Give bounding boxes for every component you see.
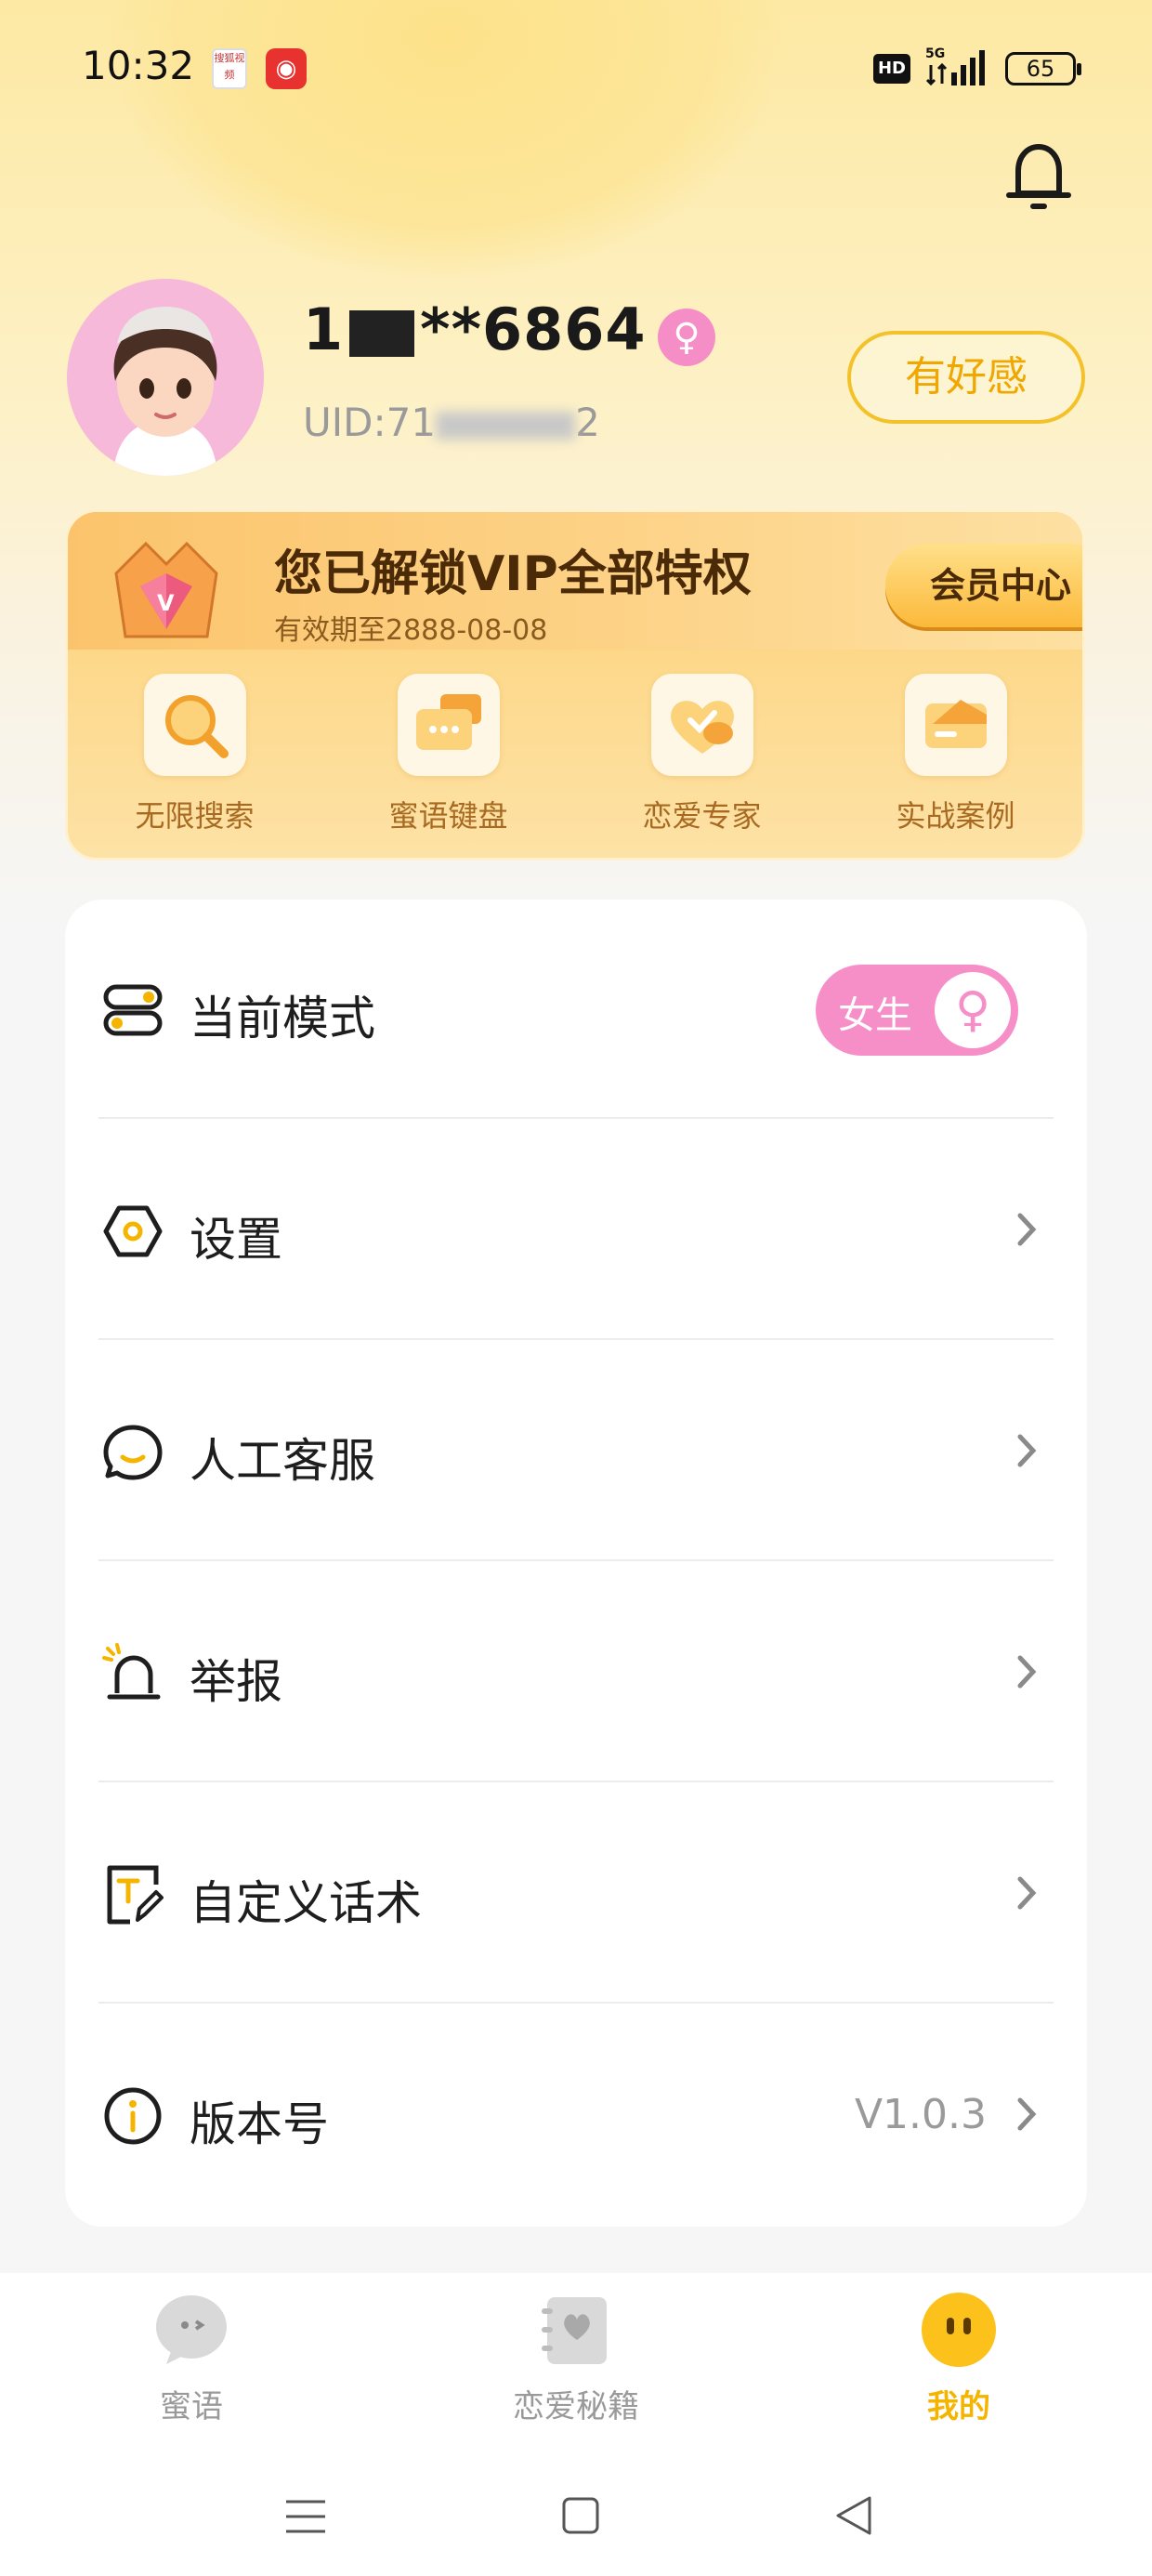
username: 1 **6864	[303, 296, 647, 363]
back-icon[interactable]	[832, 2494, 875, 2537]
row-settings[interactable]: 设置	[98, 1121, 1054, 1340]
chevron-right-icon	[1017, 1876, 1037, 1910]
username-prefix: 1	[303, 296, 345, 363]
row-label: 自定义话术	[190, 1876, 422, 1930]
row-custom-phrases[interactable]: 自定义话术	[98, 1784, 1054, 2004]
version-value: V1.0.3	[854, 2091, 987, 2138]
vip-feature-cases[interactable]: 实战案例	[829, 668, 1082, 854]
system-navigation-bar	[0, 2455, 1152, 2576]
avatar[interactable]	[67, 279, 264, 476]
member-center-button[interactable]: 会员中心	[885, 544, 1082, 627]
info-icon	[104, 2087, 162, 2145]
heart-icon	[650, 674, 753, 776]
chevron-right-icon	[1017, 1213, 1037, 1246]
netease-music-notification-icon: ◉	[266, 48, 307, 89]
card-icon	[904, 674, 1007, 776]
status-time: 10:32	[82, 43, 195, 88]
home-icon[interactable]	[561, 2496, 600, 2535]
chevron-right-icon	[1017, 1434, 1037, 1467]
chat-icon	[103, 1425, 163, 1480]
vip-feature-label: 无限搜索	[135, 798, 255, 834]
hd-indicator: HD	[873, 54, 910, 84]
menu-icon[interactable]	[284, 2498, 327, 2535]
mode-value: 女生	[838, 994, 912, 1037]
avatar-illustration	[113, 307, 217, 476]
uid-prefix: UID:71	[303, 400, 437, 445]
sohu-video-notification-icon: 搜狐视频	[212, 48, 247, 89]
status-bar: 10:32 搜狐视频 ◉ HD 5G 65	[0, 0, 1152, 139]
vip-feature-search[interactable]: 无限搜索	[68, 668, 321, 854]
book-icon	[538, 2292, 614, 2368]
vip-expiry: 有效期至2888-08-08	[274, 614, 548, 647]
likes-button[interactable]: 有好感	[847, 331, 1085, 424]
row-label: 当前模式	[190, 992, 375, 1045]
uid-suffix: 2	[575, 400, 600, 445]
vip-feature-keyboard[interactable]: 蜜语键盘	[321, 668, 575, 854]
keyboard-icon	[397, 674, 500, 776]
svg-text:V: V	[157, 590, 175, 616]
edit-text-icon	[107, 1865, 164, 1925]
search-icon	[143, 674, 246, 776]
nav-tab-miyu[interactable]: 蜜语	[52, 2292, 331, 2450]
nav-label: 恋爱秘籍	[513, 2388, 639, 2425]
smiley-icon	[921, 2292, 997, 2368]
vip-feature-label: 实战案例	[896, 798, 1015, 834]
row-label: 版本号	[190, 2097, 329, 2151]
alarm-icon	[102, 1643, 161, 1700]
svg-text:5G: 5G	[925, 46, 945, 61]
gear-icon	[103, 1205, 163, 1257]
battery-icon: 65	[1005, 52, 1081, 85]
row-label: 设置	[190, 1213, 282, 1267]
row-customer-service[interactable]: 人工客服	[98, 1342, 1054, 1561]
username-suffix: **6864	[420, 296, 647, 363]
settings-card: 当前模式 女生 ♀ 设置 人工客服 举报 自定义话术 版本号 V1.0.3	[65, 900, 1087, 2227]
nav-label: 蜜语	[160, 2388, 223, 2425]
chevron-right-icon	[1017, 1655, 1037, 1689]
signal-icon: 5G	[925, 46, 985, 86]
female-gender-icon: ♀	[658, 309, 715, 366]
gender-mode-toggle[interactable]: 女生 ♀	[816, 965, 1018, 1056]
vip-diamond-icon: V	[114, 541, 218, 638]
vip-feature-label: 恋爱专家	[642, 798, 762, 834]
vip-feature-love-expert[interactable]: 恋爱专家	[575, 668, 829, 854]
toggle-mode-icon	[103, 984, 163, 1036]
row-label: 人工客服	[190, 1434, 375, 1488]
vip-card[interactable]: V 您已解锁VIP全部特权 有效期至2888-08-08 会员中心 无限搜索 蜜…	[65, 509, 1085, 861]
uid-redaction	[436, 411, 576, 440]
username-redaction	[349, 309, 415, 357]
nav-label: 我的	[927, 2388, 990, 2425]
bottom-nav: 蜜语 恋爱秘籍 我的	[0, 2273, 1152, 2455]
female-gender-icon: ♀	[935, 972, 1011, 1048]
nav-tab-love-guide[interactable]: 恋爱秘籍	[437, 2292, 715, 2450]
row-version[interactable]: 版本号 V1.0.3	[98, 2005, 1054, 2225]
bell-icon[interactable]	[1005, 138, 1072, 212]
row-report[interactable]: 举报	[98, 1563, 1054, 1782]
vip-title: 您已解锁VIP全部特权	[274, 546, 752, 602]
user-uid: UID:71 2	[303, 400, 600, 445]
vip-features: 无限搜索 蜜语键盘 恋爱专家 实战案例	[68, 668, 1082, 854]
row-current-mode[interactable]: 当前模式 女生 ♀	[98, 900, 1054, 1119]
chat-bubble-icon	[153, 2292, 229, 2368]
vip-feature-label: 蜜语键盘	[388, 798, 508, 834]
chevron-right-icon	[1017, 2097, 1037, 2131]
row-label: 举报	[190, 1655, 282, 1709]
nav-tab-mine[interactable]: 我的	[819, 2292, 1098, 2450]
